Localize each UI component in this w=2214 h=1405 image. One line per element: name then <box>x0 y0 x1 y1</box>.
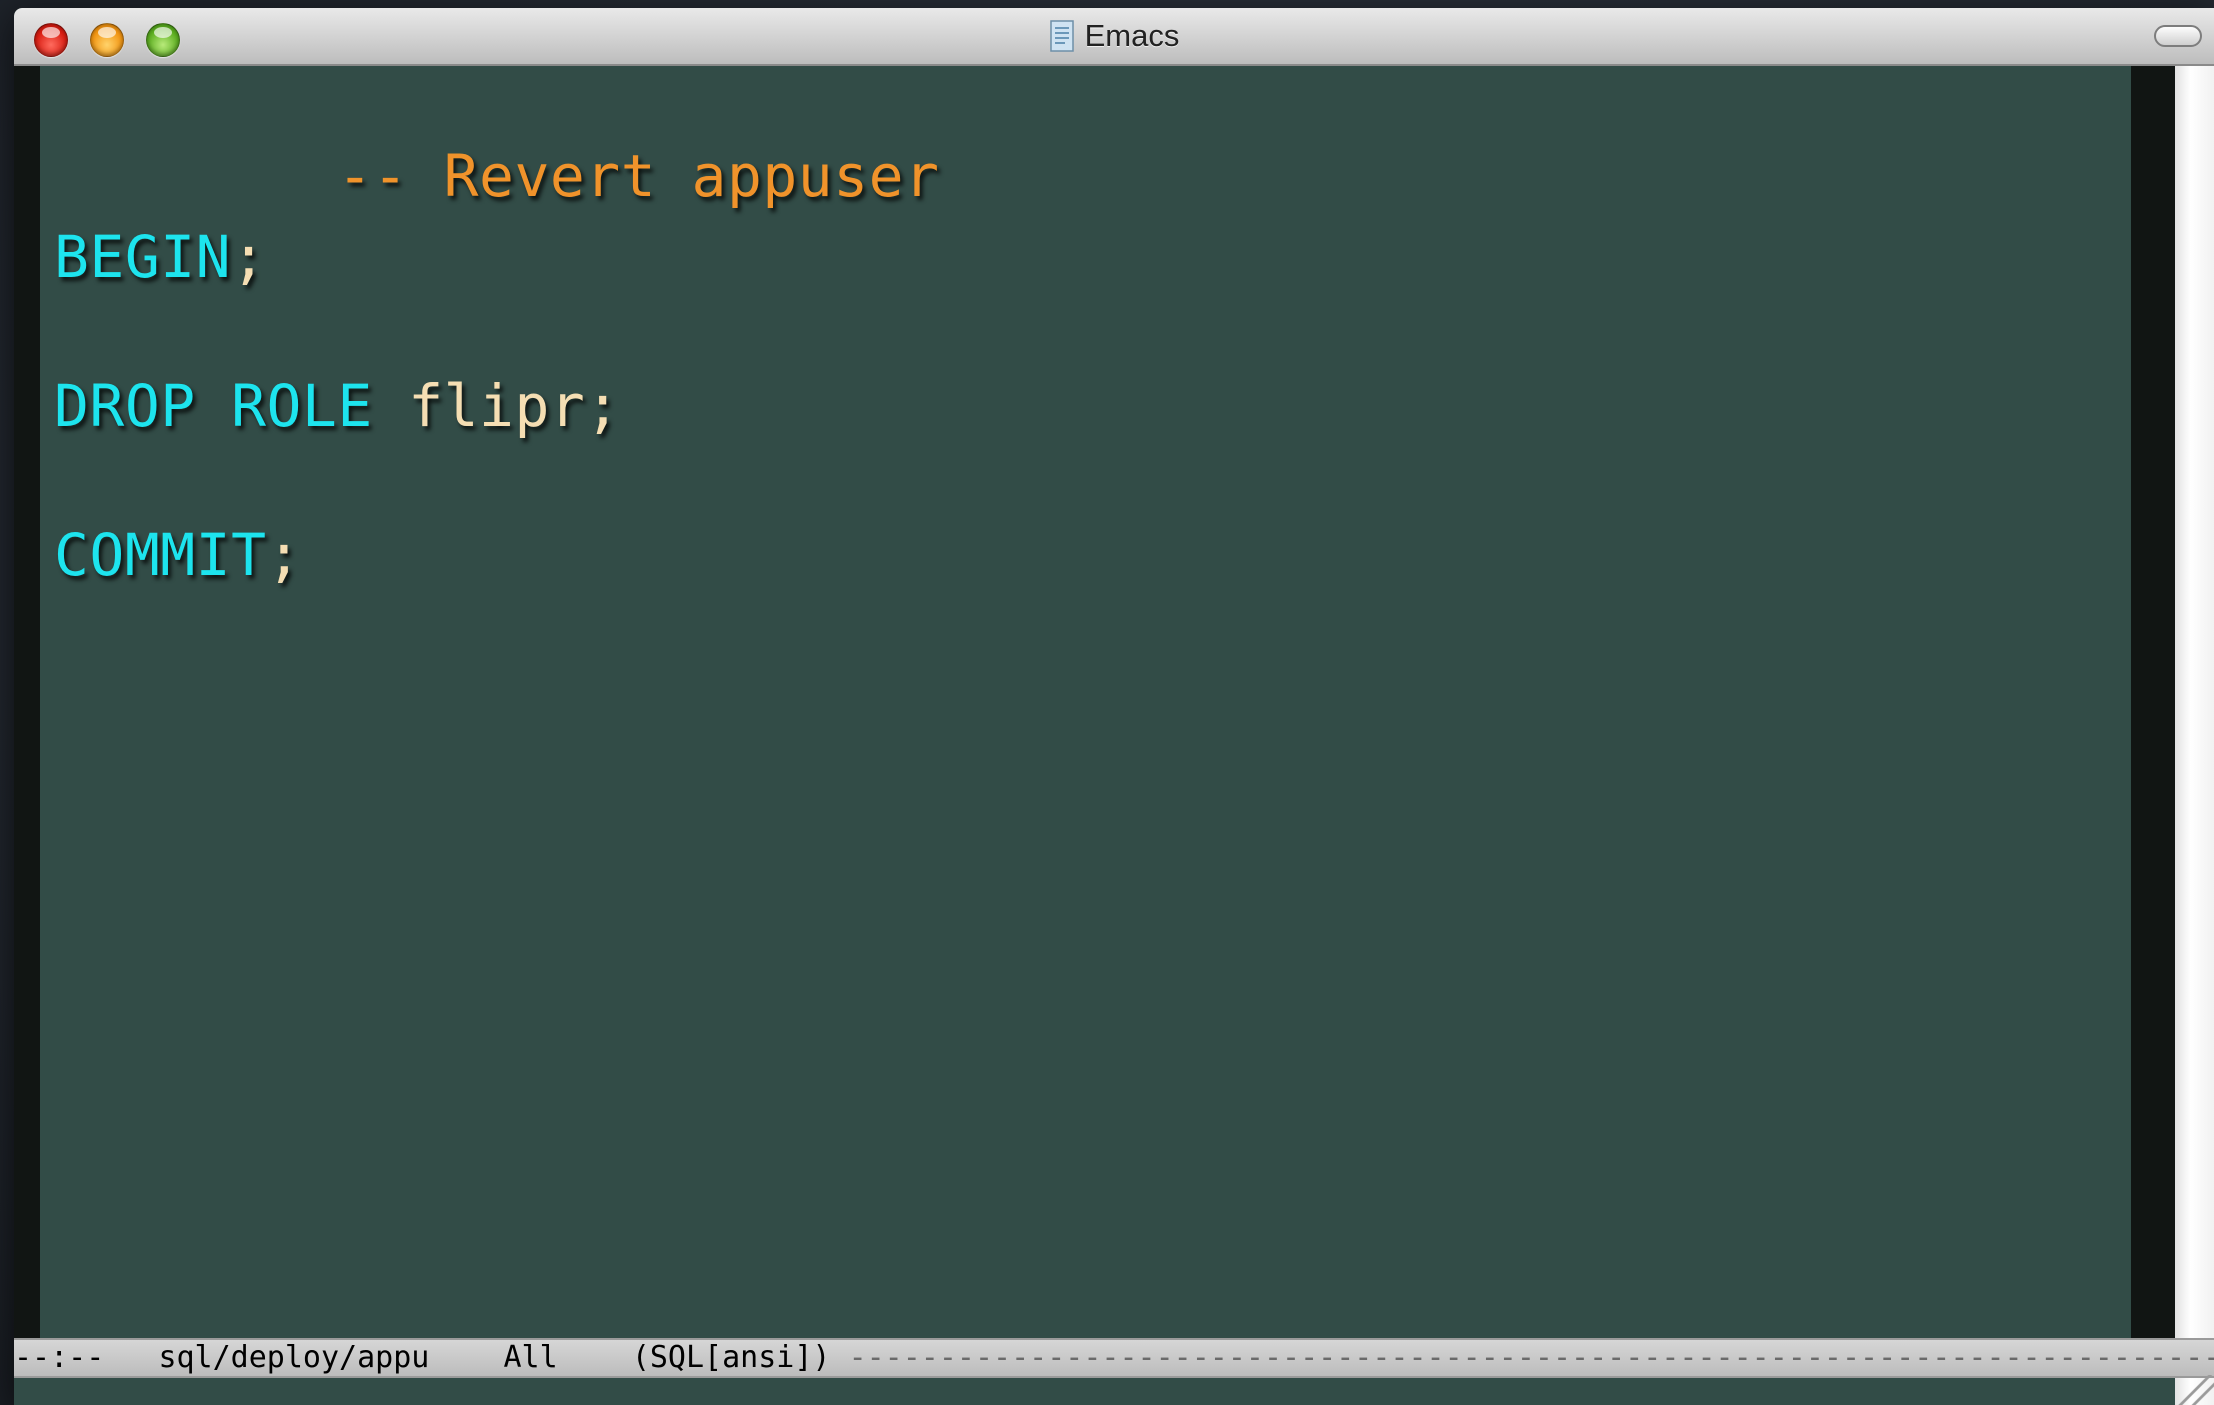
code-line-3: DROP ROLE flipr; <box>54 372 621 440</box>
right-fringe <box>2131 66 2175 1346</box>
title-bar[interactable]: Emacs <box>14 8 2214 66</box>
editor-buffer[interactable]: -- Revert appuser BEGIN; DROP ROLE flipr… <box>40 66 2131 1346</box>
sql-text: ; <box>231 223 267 291</box>
toolbar-toggle-button[interactable] <box>2154 25 2202 47</box>
modeline-position: All <box>503 1340 558 1375</box>
resize-grip[interactable] <box>2178 1375 2214 1405</box>
sql-comment: -- Revert appuser <box>337 142 940 210</box>
sql-text: ; <box>266 521 302 589</box>
modeline-buffer-name[interactable]: sql/deploy/appu <box>158 1340 429 1376</box>
code-line-2: BEGIN; <box>54 223 267 291</box>
zoom-button[interactable] <box>146 23 180 57</box>
desktop: Emacs -- Revert appuser BEGIN; DROP ROLE… <box>0 0 2214 1405</box>
title-container: Emacs <box>14 8 2214 64</box>
mode-line[interactable]: --:-- sql/deploy/appu All (SQL[ansi]) --… <box>14 1338 2214 1378</box>
close-button[interactable] <box>34 23 68 57</box>
modeline-status: --:-- <box>14 1340 105 1375</box>
modeline-filler: ----------------------------------------… <box>848 1340 2214 1375</box>
window-title: Emacs <box>1084 18 1180 53</box>
code-line-4: COMMIT; <box>54 521 302 589</box>
left-fringe <box>14 66 40 1346</box>
minibuffer[interactable] <box>40 1378 2131 1405</box>
emacs-window: Emacs -- Revert appuser BEGIN; DROP ROLE… <box>14 8 2214 1405</box>
sql-keyword: BEGIN <box>54 223 232 291</box>
sql-keyword: COMMIT <box>54 521 267 589</box>
sql-keyword: DROP ROLE <box>54 372 373 440</box>
document-icon <box>1049 20 1074 52</box>
sql-text: flipr; <box>372 372 621 440</box>
modeline-major-mode[interactable]: (SQL[ansi]) <box>632 1340 831 1376</box>
window-right-edge <box>2175 66 2214 1405</box>
minimize-button[interactable] <box>90 23 124 57</box>
